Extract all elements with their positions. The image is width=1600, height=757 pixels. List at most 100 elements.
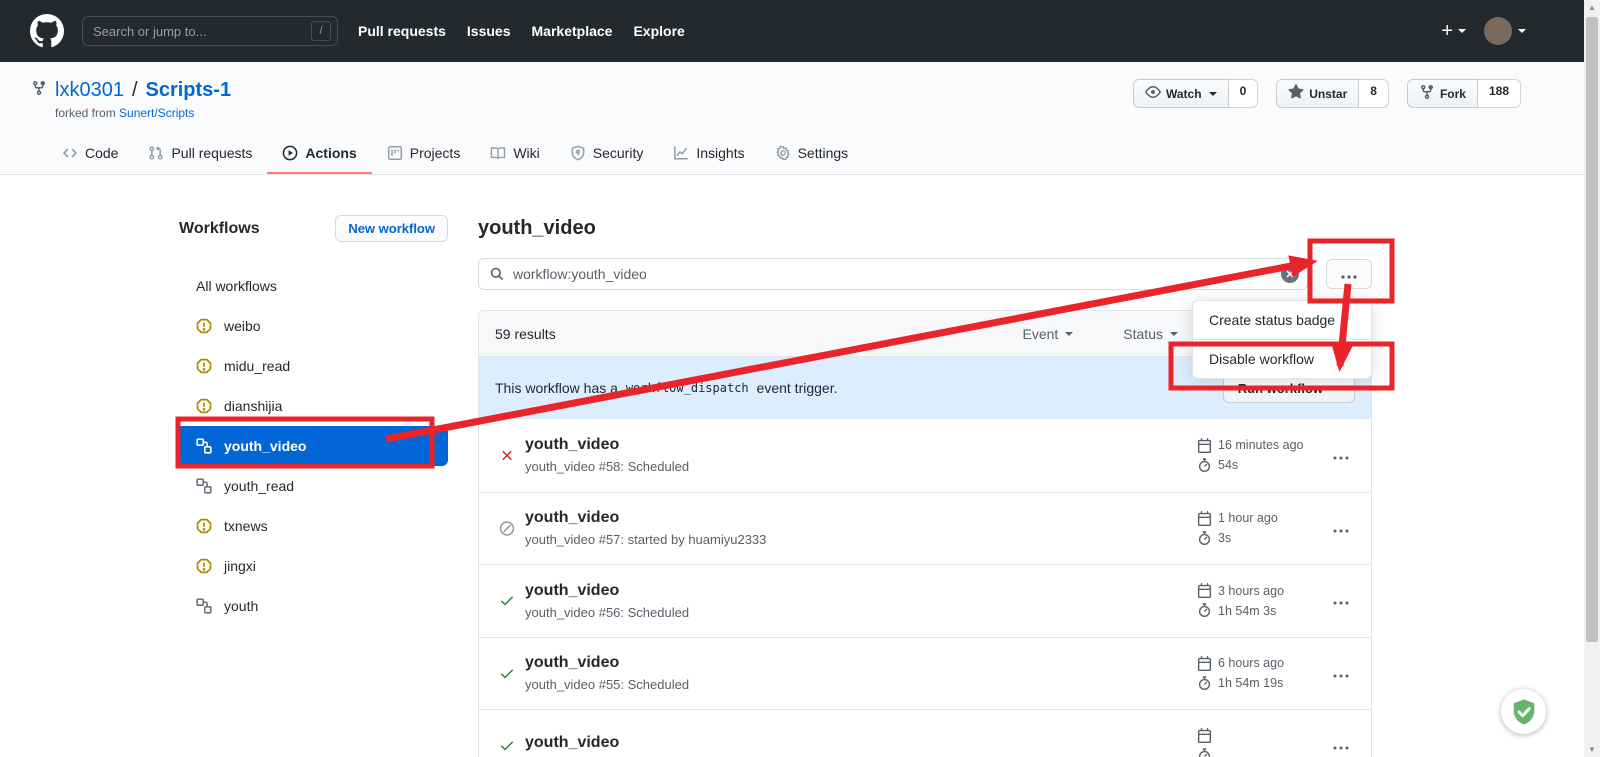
- repo-separator: /: [132, 79, 138, 102]
- menu-item-create-status-badge[interactable]: Create status badge: [1193, 301, 1371, 339]
- repo-owner-link[interactable]: lxk0301: [55, 79, 124, 102]
- repo-name-link[interactable]: Scripts-1: [146, 79, 232, 102]
- watch-count[interactable]: 0: [1229, 79, 1259, 108]
- workflow-run-row[interactable]: youth_video youth_video #56: Scheduled 3…: [479, 564, 1371, 637]
- warning-icon: [196, 398, 212, 414]
- repo-fork-icon: [31, 79, 47, 102]
- run-title[interactable]: youth_video: [525, 582, 1197, 600]
- tab-code[interactable]: Code: [47, 136, 133, 174]
- sidebar-workflow-txnews[interactable]: txnews: [176, 506, 448, 546]
- scrollbar-thumb[interactable]: [1586, 17, 1598, 642]
- tab-projects[interactable]: Projects: [372, 136, 476, 174]
- new-workflow-button[interactable]: New workflow: [335, 215, 448, 242]
- run-options-button[interactable]: [1333, 738, 1349, 753]
- adguard-shield-badge[interactable]: [1501, 689, 1546, 734]
- skipped-icon: [499, 520, 515, 537]
- workflow-run-row[interactable]: youth_video youth_video #55: Scheduled 6…: [479, 637, 1371, 710]
- workflow-run-row[interactable]: youth_video: [479, 709, 1371, 757]
- workflow-icon: [196, 598, 212, 614]
- star-icon: [1288, 84, 1304, 103]
- kebab-icon: [1333, 666, 1349, 681]
- scroll-up-arrow-icon[interactable]: ▲: [1584, 3, 1600, 12]
- create-new-button[interactable]: +: [1441, 20, 1466, 43]
- sidebar-workflow-dianshijia[interactable]: dianshijia: [176, 386, 448, 426]
- clear-search-button[interactable]: ✕: [1281, 265, 1299, 283]
- run-date: 1 hour ago: [1218, 511, 1278, 525]
- run-options-button[interactable]: [1333, 521, 1349, 536]
- stopwatch-icon: [1197, 676, 1212, 691]
- header-nav-pull-requests[interactable]: Pull requests: [358, 23, 446, 39]
- runs-search-input[interactable]: workflow:youth_video ✕: [478, 258, 1308, 290]
- sidebar-workflow-weibo[interactable]: weibo: [176, 306, 448, 346]
- kebab-icon: [1333, 593, 1349, 608]
- run-duration: 54s: [1218, 458, 1238, 472]
- user-menu-button[interactable]: [1484, 17, 1526, 45]
- workflows-sidebar: Workflows New workflow All workflows wei…: [176, 215, 448, 757]
- play-circle-icon: [282, 145, 298, 161]
- scroll-down-arrow-icon[interactable]: ▼: [1584, 745, 1600, 754]
- header-nav-issues[interactable]: Issues: [467, 23, 511, 39]
- sidebar-workflow-youth_video[interactable]: youth_video: [176, 426, 448, 466]
- runs-search-value: workflow:youth_video: [513, 266, 1281, 282]
- page-scrollbar[interactable]: ▲ ▼: [1584, 0, 1600, 757]
- shield-check-icon: [1509, 697, 1539, 727]
- sidebar-workflow-youth[interactable]: youth: [176, 586, 448, 626]
- calendar-icon: [1197, 511, 1212, 526]
- sidebar-title: Workflows: [179, 220, 260, 238]
- kebab-icon: [1341, 267, 1357, 282]
- run-title[interactable]: youth_video: [525, 436, 1197, 454]
- repo-action-buttons: Watch 0 Unstar 8 Fork 188: [1133, 79, 1521, 108]
- workflow-run-row[interactable]: youth_video youth_video #57: started by …: [479, 492, 1371, 565]
- unstar-button[interactable]: Unstar: [1276, 79, 1359, 108]
- chevron-down-icon: [1458, 29, 1466, 33]
- menu-item-disable-workflow[interactable]: Disable workflow: [1193, 339, 1371, 378]
- header-nav-marketplace[interactable]: Marketplace: [532, 23, 613, 39]
- sidebar-workflow-jingxi[interactable]: jingxi: [176, 546, 448, 586]
- fork-button[interactable]: Fork: [1407, 79, 1478, 108]
- tab-insights[interactable]: Insights: [658, 136, 759, 174]
- slash-shortcut-key: /: [311, 21, 331, 41]
- fork-count[interactable]: 188: [1478, 79, 1521, 108]
- workflow-options-button[interactable]: [1326, 259, 1372, 289]
- tab-pull-requests[interactable]: Pull requests: [133, 136, 267, 174]
- run-title[interactable]: youth_video: [525, 734, 1197, 752]
- sidebar-workflow-midu_read[interactable]: midu_read: [176, 346, 448, 386]
- header-nav: Pull requests Issues Marketplace Explore: [358, 23, 685, 39]
- graph-icon: [673, 145, 689, 161]
- event-filter-dropdown[interactable]: Event: [1022, 326, 1073, 342]
- watch-button[interactable]: Watch: [1133, 79, 1229, 108]
- header-nav-explore[interactable]: Explore: [633, 23, 684, 39]
- run-options-button[interactable]: [1333, 593, 1349, 608]
- gear-icon: [775, 145, 791, 161]
- eye-icon: [1145, 84, 1161, 103]
- sidebar-item-all-workflows[interactable]: All workflows: [176, 266, 448, 306]
- tab-settings[interactable]: Settings: [760, 136, 864, 174]
- calendar-icon: [1197, 583, 1212, 598]
- chevron-down-icon: [1065, 332, 1073, 336]
- book-icon: [490, 145, 506, 161]
- kebab-icon: [1333, 738, 1349, 753]
- run-options-button[interactable]: [1333, 666, 1349, 681]
- github-header: Search or jump to... / Pull requests Issu…: [0, 0, 1584, 62]
- workflow-run-row[interactable]: youth_video youth_video #58: Scheduled 1…: [479, 419, 1371, 492]
- tab-security[interactable]: Security: [555, 136, 659, 174]
- run-title[interactable]: youth_video: [525, 654, 1197, 672]
- global-search-placeholder: Search or jump to...: [93, 24, 311, 39]
- tab-wiki[interactable]: Wiki: [475, 136, 554, 174]
- run-title[interactable]: youth_video: [525, 509, 1197, 527]
- global-search-input[interactable]: Search or jump to... /: [82, 16, 338, 46]
- x-icon: [499, 447, 515, 464]
- run-duration: 3s: [1218, 531, 1231, 545]
- sidebar-workflow-youth_read[interactable]: youth_read: [176, 466, 448, 506]
- chevron-down-icon: [1518, 29, 1526, 33]
- repo-title: lxk0301 / Scripts-1: [31, 79, 1133, 102]
- warning-icon: [196, 518, 212, 534]
- repo-header: lxk0301 / Scripts-1 forked from Sunert/S…: [0, 62, 1584, 175]
- github-logo-icon[interactable]: [30, 14, 64, 48]
- star-count[interactable]: 8: [1359, 79, 1389, 108]
- forked-from-link[interactable]: Sunert/Scripts: [119, 106, 194, 120]
- tab-actions[interactable]: Actions: [267, 136, 371, 174]
- warning-icon: [196, 358, 212, 374]
- status-filter-dropdown[interactable]: Status: [1123, 326, 1178, 342]
- run-options-button[interactable]: [1333, 448, 1349, 463]
